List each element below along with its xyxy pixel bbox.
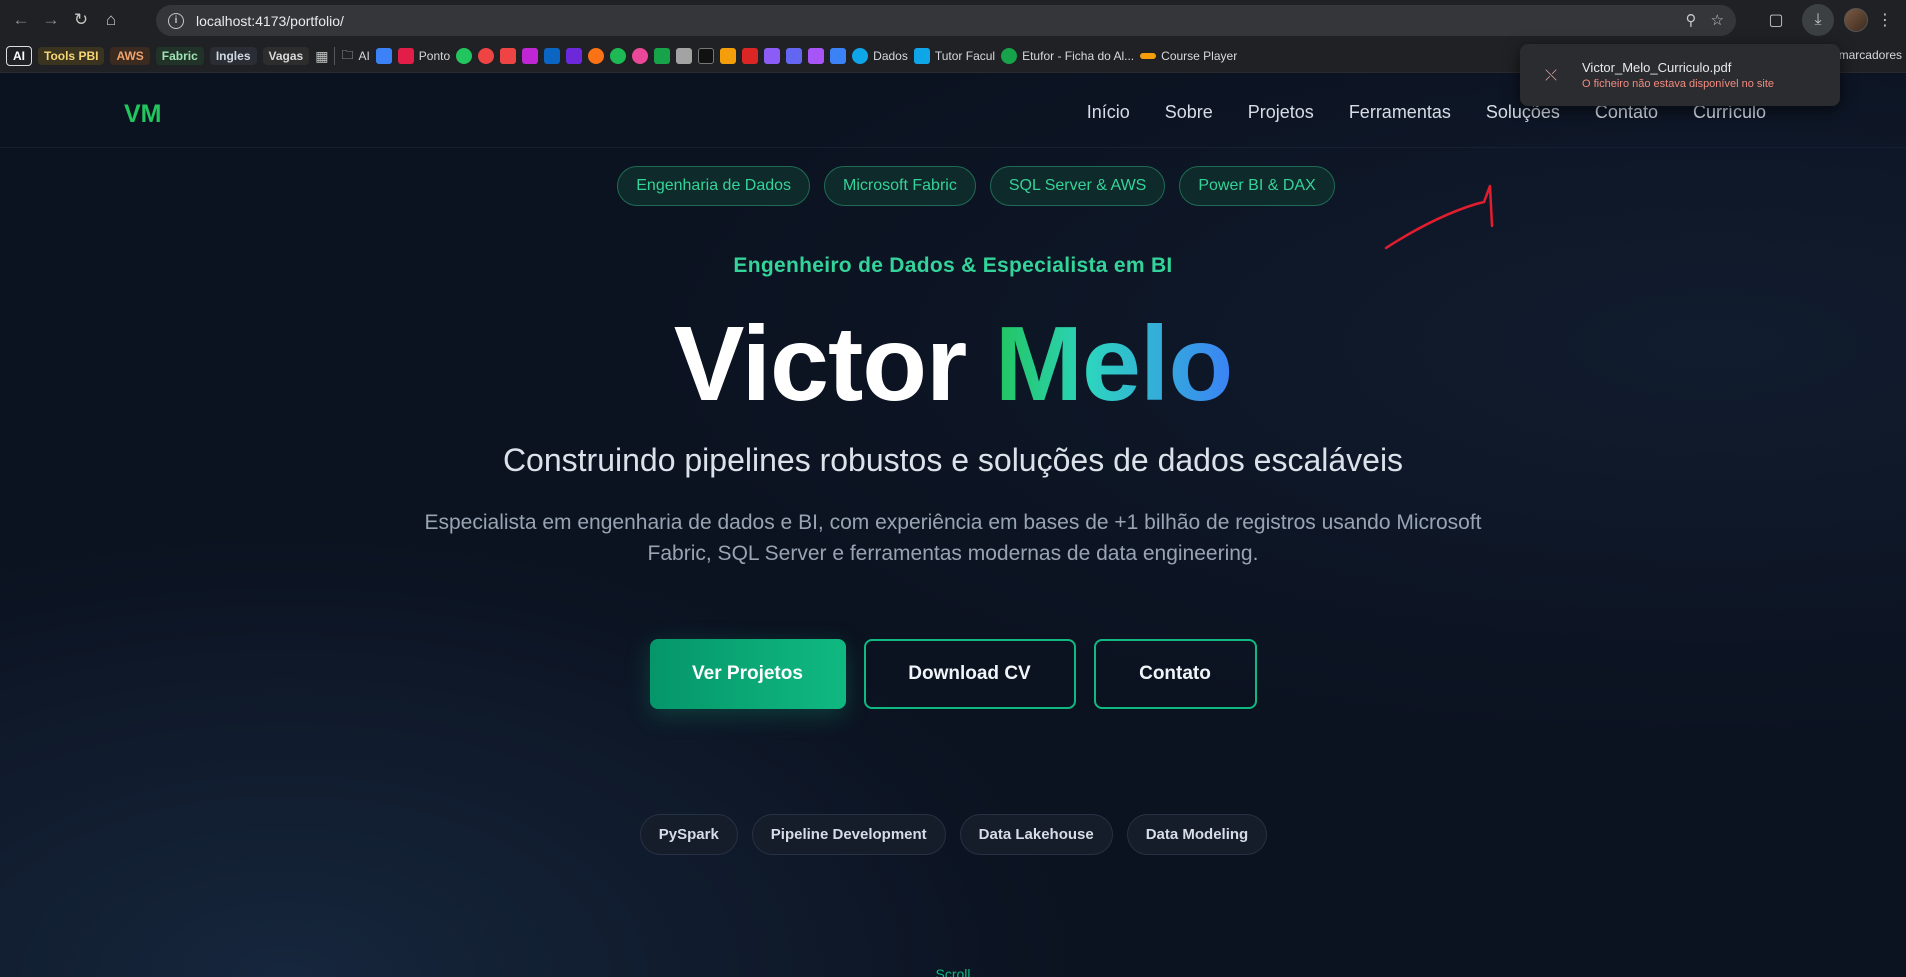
bookmark-fabric[interactable]: Fabric <box>155 47 204 65</box>
hero-tags: Engenharia de Dados Microsoft Fabric SQL… <box>0 166 1906 206</box>
tag-power-bi-dax: Power BI & DAX <box>1179 166 1335 206</box>
download-filename[interactable]: Victor_Melo_Curriculo.pdf <box>1582 60 1774 75</box>
bookmarks-divider <box>334 47 336 65</box>
menu-dots-icon[interactable]: ⋮ <box>1877 4 1893 36</box>
url-text: localhost:4173/portfolio/ <box>196 12 344 29</box>
contact-button[interactable]: Contato <box>1093 639 1257 709</box>
profile-avatar[interactable] <box>1844 8 1868 32</box>
extensions-icon[interactable]: ▢ <box>1760 4 1792 36</box>
hero-description: Especialista em engenharia de dados e BI… <box>424 511 1482 565</box>
youtube-icon[interactable] <box>500 48 517 64</box>
linkedin-icon[interactable] <box>544 48 561 64</box>
spotify-icon[interactable] <box>610 48 627 64</box>
folder-icon: 🗀 <box>341 47 354 62</box>
app-pen-icon[interactable] <box>676 48 693 64</box>
app-box-icon[interactable] <box>808 48 825 64</box>
bookmark-tutor-facul[interactable]: Tutor Facul <box>913 48 995 64</box>
bookmark-course-player[interactable]: Course Player <box>1140 49 1237 63</box>
nav-inicio[interactable]: Início <box>1087 102 1130 123</box>
bookmark-folder-ai[interactable]: 🗀 AI <box>341 46 369 67</box>
app-n-icon[interactable] <box>698 48 715 64</box>
app-link-icon[interactable] <box>786 48 803 64</box>
nav-projetos[interactable]: Projetos <box>1248 102 1314 123</box>
vite-icon[interactable] <box>764 48 781 64</box>
reload-icon[interactable]: ↻ <box>66 5 96 35</box>
all-bookmarks-link[interactable]: marcadores <box>1839 48 1902 62</box>
bookmark-ponto[interactable]: Ponto <box>397 48 450 64</box>
scroll-indicator[interactable]: Scroll <box>0 966 1906 977</box>
bookmark-ai[interactable]: AI <box>6 46 32 66</box>
app-cube-icon[interactable] <box>720 48 737 64</box>
bookmark-vagas[interactable]: Vagas <box>262 47 310 65</box>
site-logo[interactable]: VM <box>124 100 162 129</box>
instagram-icon[interactable] <box>522 48 539 64</box>
course-player-favicon-icon <box>1140 53 1157 59</box>
address-bar[interactable]: i localhost:4173/portfolio/ ⚲ ☆ <box>156 5 1736 36</box>
site-info-icon[interactable]: i <box>168 12 184 29</box>
hero-last-name: Melo <box>994 305 1233 423</box>
app-x-icon[interactable] <box>566 48 583 64</box>
skill-data-lakehouse: Data Lakehouse <box>959 814 1113 855</box>
app-pink-icon[interactable] <box>632 48 649 64</box>
skill-pipeline-development: Pipeline Development <box>751 814 946 855</box>
etufor-favicon-icon <box>1001 48 1018 64</box>
tutor-favicon-icon <box>913 48 930 64</box>
bookmark-ingles[interactable]: Ingles <box>209 47 257 65</box>
whatsapp-icon[interactable] <box>456 48 473 64</box>
bookmark-dados[interactable]: Dados <box>852 48 908 64</box>
tools-favicon-icon[interactable] <box>375 48 392 64</box>
download-failed-icon: ⤬ <box>1544 66 1557 84</box>
home-icon[interactable]: ⌂ <box>96 5 126 35</box>
nav-ferramentas[interactable]: Ferramentas <box>1349 102 1451 123</box>
dados-favicon-icon <box>852 48 869 64</box>
view-projects-button[interactable]: Ver Projetos <box>649 639 846 709</box>
forward-arrow-icon[interactable]: → <box>36 5 66 35</box>
download-status: O ficheiro não estava disponível no site <box>1582 78 1775 90</box>
back-arrow-icon[interactable]: ← <box>6 5 36 35</box>
hero-first-name: Victor <box>673 305 967 423</box>
app-check-icon[interactable] <box>830 48 847 64</box>
hero-eyebrow: Engenheiro de Dados & Especialista em BI <box>733 254 1173 277</box>
tag-microsoft-fabric: Microsoft Fabric <box>824 166 976 206</box>
apps-grid-icon[interactable]: ▦ <box>315 48 328 65</box>
browser-toolbar: ← → ↻ ⌂ i localhost:4173/portfolio/ ⚲ ☆ … <box>0 0 1906 40</box>
bookmark-etufor[interactable]: Etufor - Ficha do Al... <box>1001 48 1134 64</box>
tag-engenharia-de-dados: Engenharia de Dados <box>617 166 811 206</box>
cta-buttons: Ver Projetos Download CV Contato <box>0 639 1906 709</box>
app-b-icon[interactable] <box>588 48 605 64</box>
bookmark-star-icon[interactable]: ☆ <box>1711 11 1724 29</box>
app-plus-icon[interactable] <box>742 48 759 64</box>
bookmark-tools-pbi[interactable]: Tools PBI <box>38 47 105 65</box>
ponto-favicon-icon <box>397 48 414 64</box>
hero-name: Victor Melo <box>0 304 1906 425</box>
youtube-music-icon[interactable] <box>478 48 495 64</box>
download-cv-button[interactable]: Download CV <box>863 639 1076 709</box>
download-icon[interactable]: ⤓ <box>1802 4 1834 36</box>
skill-pyspark: PySpark <box>639 814 738 855</box>
nav-sobre[interactable]: Sobre <box>1165 102 1213 123</box>
skill-data-modeling: Data Modeling <box>1126 814 1268 855</box>
zoom-icon[interactable]: ⚲ <box>1686 11 1697 29</box>
hero-subtitle: Construindo pipelines robustos e soluçõe… <box>502 442 1404 478</box>
skills-list: PySpark Pipeline Development Data Lakeho… <box>0 814 1906 855</box>
tag-sql-server-aws: SQL Server & AWS <box>989 166 1166 206</box>
bookmark-aws[interactable]: AWS <box>110 47 150 65</box>
download-bubble[interactable]: ⤬ Victor_Melo_Curriculo.pdf O ficheiro n… <box>1520 44 1840 106</box>
portfolio-page: VM Início Sobre Projetos Ferramentas Sol… <box>0 74 1906 977</box>
app-w-icon[interactable] <box>654 48 671 64</box>
